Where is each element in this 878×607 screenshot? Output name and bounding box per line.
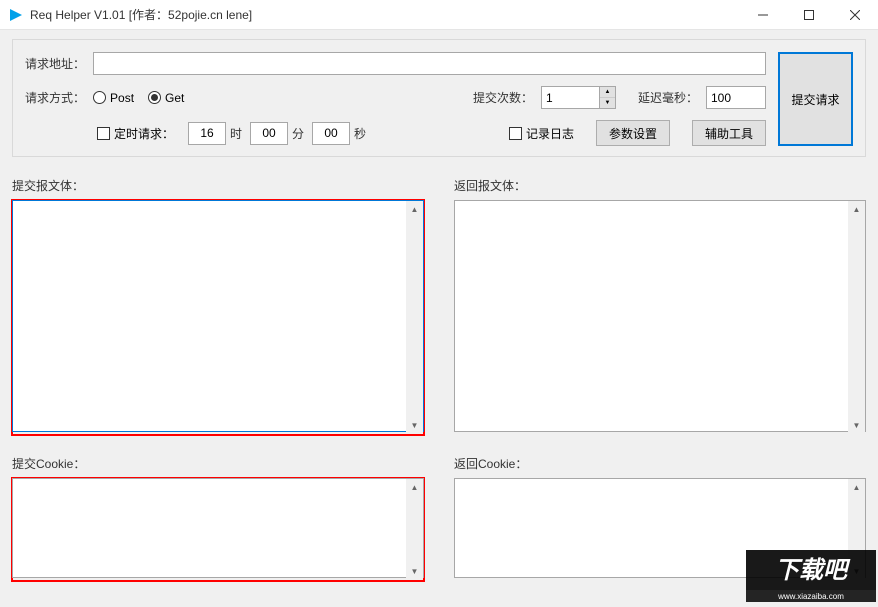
scroll-up-icon[interactable]: ▲ [848,201,865,218]
minute-input[interactable] [250,122,288,145]
hour-unit: 时 [230,125,242,142]
count-input[interactable] [541,86,599,109]
request-cookie-label: 提交Cookie： [12,455,424,472]
log-label: 记录日志 [526,125,574,142]
body-area: 提交报文体： ▲ ▼ 提交Cookie： ▲ ▼ 返回报文体： [12,177,866,581]
scroll-up-icon[interactable]: ▲ [848,479,865,496]
timer-checkbox[interactable]: 定时请求： [97,125,174,142]
window-controls [740,0,878,29]
delay-label: 延迟毫秒： [638,89,698,106]
method-label: 请求方式： [25,89,85,106]
scrollbar[interactable]: ▲ ▼ [406,201,423,434]
post-radio[interactable]: Post [93,91,134,105]
scroll-down-icon[interactable]: ▼ [848,563,865,580]
timer-label: 定时请求： [114,125,174,142]
url-input[interactable] [93,52,766,75]
request-body-textarea[interactable] [12,200,424,432]
scrollbar[interactable]: ▲ ▼ [848,479,865,580]
tools-button[interactable]: 辅助工具 [692,120,766,146]
log-checkbox[interactable]: 记录日志 [509,125,574,142]
config-panel: 请求地址： 请求方式： Post Get 提交 [12,39,866,157]
get-label: Get [165,91,184,105]
scrollbar[interactable]: ▲ ▼ [848,201,865,434]
scrollbar[interactable]: ▲ ▼ [406,479,423,580]
count-up-button[interactable]: ▲ [600,87,615,98]
count-down-button[interactable]: ▼ [600,98,615,108]
get-radio[interactable]: Get [148,91,184,105]
close-button[interactable] [832,0,878,29]
app-icon [8,7,24,23]
second-input[interactable] [312,122,350,145]
request-body-label: 提交报文体： [12,177,424,194]
post-label: Post [110,91,134,105]
count-label: 提交次数： [473,89,533,106]
minute-unit: 分 [292,125,304,142]
scroll-down-icon[interactable]: ▼ [406,417,423,434]
scroll-up-icon[interactable]: ▲ [406,201,423,218]
response-body-textarea[interactable] [454,200,866,432]
second-unit: 秒 [354,125,366,142]
scroll-down-icon[interactable]: ▼ [406,563,423,580]
minimize-button[interactable] [740,0,786,29]
window-title: Req Helper V1.01 [作者：52pojie.cn lene] [30,6,252,23]
url-label: 请求地址： [25,55,85,72]
response-cookie-label: 返回Cookie： [454,455,866,472]
scroll-up-icon[interactable]: ▲ [406,479,423,496]
params-button[interactable]: 参数设置 [596,120,670,146]
hour-input[interactable] [188,122,226,145]
response-body-label: 返回报文体： [454,177,866,194]
submit-button[interactable]: 提交请求 [778,52,853,146]
client-area: 请求地址： 请求方式： Post Get 提交 [0,30,878,607]
delay-input[interactable] [706,86,766,109]
titlebar: Req Helper V1.01 [作者：52pojie.cn lene] [0,0,878,30]
maximize-button[interactable] [786,0,832,29]
scroll-down-icon[interactable]: ▼ [848,417,865,434]
response-cookie-textarea[interactable] [454,478,866,578]
request-cookie-textarea[interactable] [12,478,424,578]
